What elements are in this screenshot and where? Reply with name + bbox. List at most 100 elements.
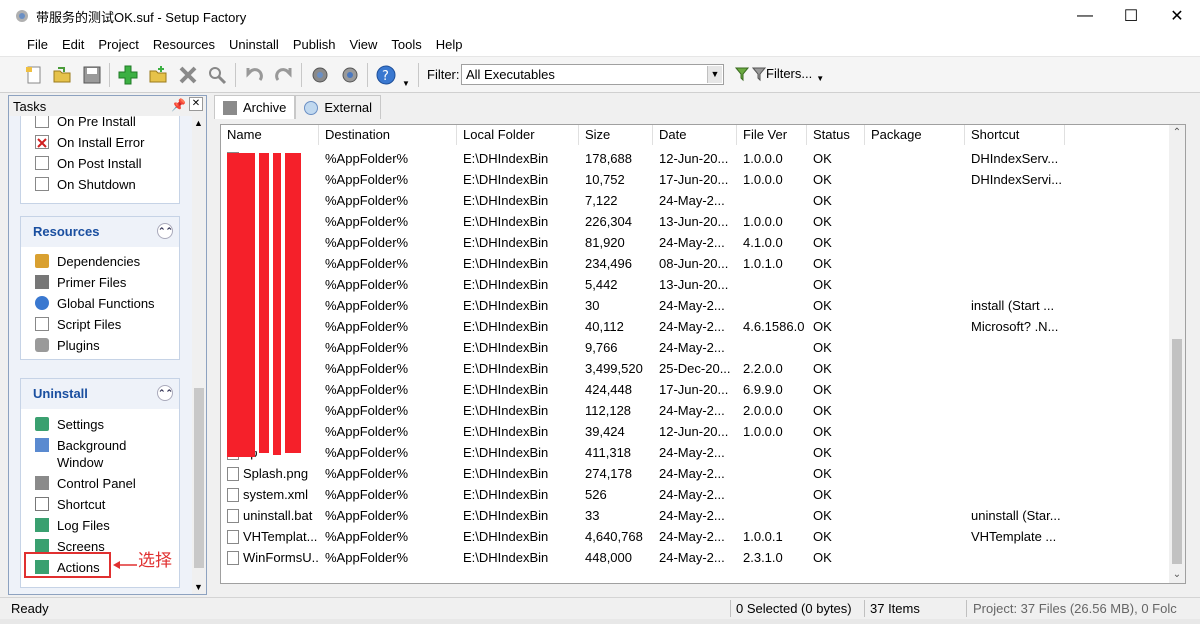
- file-grid: Name Destination Local Folder Size Date …: [220, 124, 1186, 584]
- search-icon[interactable]: [205, 63, 229, 87]
- column-header-status[interactable]: Status: [807, 125, 865, 145]
- menu-tools[interactable]: Tools: [384, 37, 428, 52]
- uninstall-item-background-window[interactable]: Background Window: [21, 435, 179, 473]
- menu-project[interactable]: Project: [91, 37, 145, 52]
- table-row[interactable]: el...%AppFolder%E:\DHIndexBin5,44213-Jun…: [221, 274, 1171, 295]
- resources-item-primer-files[interactable]: Primer Files: [21, 272, 179, 293]
- uninstall-item-log-files[interactable]: Log Files: [21, 515, 179, 536]
- table-row[interactable]: ll%AppFolder%E:\DHIndexBin81,92024-May-2…: [221, 232, 1171, 253]
- uninstall-item-shortcut[interactable]: Shortcut: [21, 494, 179, 515]
- minimize-button[interactable]: —: [1062, 0, 1108, 32]
- table-row[interactable]: uninstall.bat %AppFolder% E:\DHIndexBin 33 2…: [221, 505, 1171, 526]
- cell-status: OK: [813, 193, 832, 208]
- new-icon[interactable]: [22, 63, 46, 87]
- table-row[interactable]: Se...%AppFolder%E:\DHIndexBin7,12224-May…: [221, 190, 1171, 211]
- table-row[interactable]: dll%AppFolder%E:\DHIndexBin3,499,52025-D…: [221, 358, 1171, 379]
- table-row[interactable]: Gri...%AppFolder%E:\DHIndexBin39,42412-J…: [221, 421, 1171, 442]
- build-icon[interactable]: [308, 63, 332, 87]
- settings-icon[interactable]: [338, 63, 362, 87]
- column-header-destination[interactable]: Destination: [319, 125, 457, 145]
- menu-edit[interactable]: Edit: [55, 37, 91, 52]
- globe-icon: [35, 296, 49, 310]
- table-row[interactable]: WinFormsU... %AppFolder% E:\DHIndexBin 448,…: [221, 547, 1171, 568]
- table-row[interactable]: system.xml %AppFolder% E:\DHIndexBin 526 24-…: [221, 484, 1171, 505]
- save-icon[interactable]: [80, 63, 104, 87]
- collapse-icon[interactable]: ⌃⌃: [157, 385, 173, 401]
- delete-icon[interactable]: [176, 63, 200, 87]
- scroll-up-icon[interactable]: ⌃: [1169, 125, 1185, 141]
- table-row[interactable]: VHTemplat... %AppFolder% E:\DHIndexBin 4,64…: [221, 526, 1171, 547]
- resources-title[interactable]: Resources ⌃⌃: [21, 217, 179, 247]
- column-header-date[interactable]: Date: [653, 125, 737, 145]
- menu-help[interactable]: Help: [429, 37, 470, 52]
- cell-date: 17-Jun-20...: [659, 382, 729, 397]
- uninstall-title[interactable]: Uninstall ⌃⌃: [21, 379, 179, 409]
- table-row[interactable]: t%AppFolder%E:\DHIndexBin3024-May-2...OK…: [221, 295, 1171, 316]
- filter-select[interactable]: All Executables ▼: [461, 64, 724, 85]
- cell-destination: %AppFolder%: [325, 193, 409, 208]
- column-header-file-ver[interactable]: File Ver: [737, 125, 807, 145]
- menu-uninstall[interactable]: Uninstall: [222, 37, 286, 52]
- uninstall-item-settings[interactable]: Settings: [21, 414, 179, 435]
- scrollbar-thumb[interactable]: [1172, 339, 1182, 564]
- task-on-shutdown[interactable]: On Shutdown: [21, 174, 179, 195]
- table-row[interactable]: .In...%AppFolder%E:\DHIndexBin9,76624-Ma…: [221, 337, 1171, 358]
- table-row[interactable]: oft...%AppFolder%E:\DHIndexBin112,12824-…: [221, 400, 1171, 421]
- table-row[interactable]: Splash.png %AppFolder% E:\DHIndexBin 274,17…: [221, 463, 1171, 484]
- column-header-size[interactable]: Size: [579, 125, 653, 145]
- cell-destination: %AppFolder%: [325, 403, 409, 418]
- grid-scrollbar[interactable]: ⌃ ⌄: [1169, 125, 1185, 583]
- tasks-scrollbar[interactable]: ▲ ▼: [192, 116, 206, 594]
- cell-destination: %AppFolder%: [325, 277, 409, 292]
- task-on-install-error[interactable]: On Install Error: [21, 132, 179, 153]
- status-divider: [966, 600, 967, 617]
- scroll-down-icon[interactable]: ⌄: [1169, 567, 1185, 583]
- column-header-package[interactable]: Package: [865, 125, 965, 145]
- column-header-shortcut[interactable]: Shortcut: [965, 125, 1065, 145]
- column-header-local-folder[interactable]: Local Folder: [457, 125, 579, 145]
- table-row[interactable]: .exe%AppFolder%E:\DHIndexBin40,11224-May…: [221, 316, 1171, 337]
- collapse-icon[interactable]: ⌃⌃: [157, 223, 173, 239]
- scrollbar-thumb[interactable]: [194, 388, 204, 568]
- table-row[interactable]: Se...%AppFolder%E:\DHIndexBin178,68812-J…: [221, 148, 1171, 169]
- scroll-down-icon[interactable]: ▼: [194, 582, 203, 592]
- resources-item-plugins[interactable]: Plugins: [21, 335, 179, 356]
- log-files-icon: [35, 518, 49, 532]
- menu-file[interactable]: File: [20, 37, 55, 52]
- table-row[interactable]: ta...%AppFolder%E:\DHIndexBin424,44817-J…: [221, 379, 1171, 400]
- close-icon[interactable]: ✕: [189, 97, 203, 111]
- filters-button[interactable]: Filters... ▼: [734, 64, 824, 83]
- table-row[interactable]: np%AppFolder%E:\DHIndexBin411,31824-May-…: [221, 442, 1171, 463]
- cell-destination: %AppFolder%: [325, 319, 409, 334]
- task-on-post-install[interactable]: On Post Install: [21, 153, 179, 174]
- cell-local-folder: E:\DHIndexBin: [463, 151, 549, 166]
- cell-destination: %AppFolder%: [325, 529, 409, 544]
- help-icon[interactable]: ?: [374, 63, 398, 87]
- chevron-down-icon[interactable]: ▼: [707, 66, 722, 83]
- help-dropdown-icon[interactable]: ▼: [402, 79, 410, 88]
- menu-publish[interactable]: Publish: [286, 37, 343, 52]
- resources-item-global-functions[interactable]: Global Functions: [21, 293, 179, 314]
- tab-archive[interactable]: Archive: [214, 95, 296, 119]
- table-row[interactable]: Se...%AppFolder%E:\DHIndexBin10,75217-Ju…: [221, 169, 1171, 190]
- maximize-button[interactable]: ☐: [1108, 0, 1154, 32]
- add-files-icon[interactable]: [116, 63, 140, 87]
- close-button[interactable]: ✕: [1154, 0, 1200, 32]
- annotation-highlight-box: [24, 552, 111, 578]
- resources-item-dependencies[interactable]: Dependencies: [21, 251, 179, 272]
- open-icon[interactable]: [50, 63, 74, 87]
- table-row[interactable]: d.dll%AppFolder%E:\DHIndexBin234,49608-J…: [221, 253, 1171, 274]
- column-header-name[interactable]: Name: [221, 125, 319, 145]
- table-row[interactable]: y.dll%AppFolder%E:\DHIndexBin226,30413-J…: [221, 211, 1171, 232]
- redo-icon[interactable]: [272, 63, 296, 87]
- resources-item-script-files[interactable]: Script Files: [21, 314, 179, 335]
- menu-resources[interactable]: Resources: [146, 37, 222, 52]
- scroll-up-icon[interactable]: ▲: [194, 118, 203, 128]
- add-folder-icon[interactable]: [146, 63, 170, 87]
- undo-icon[interactable]: [242, 63, 266, 87]
- uninstall-item-control-panel[interactable]: Control Panel: [21, 473, 179, 494]
- menu-view[interactable]: View: [342, 37, 384, 52]
- tab-external[interactable]: External: [295, 95, 382, 119]
- task-on-pre-install[interactable]: On Pre Install: [21, 116, 179, 132]
- pin-icon[interactable]: 📌: [171, 98, 186, 112]
